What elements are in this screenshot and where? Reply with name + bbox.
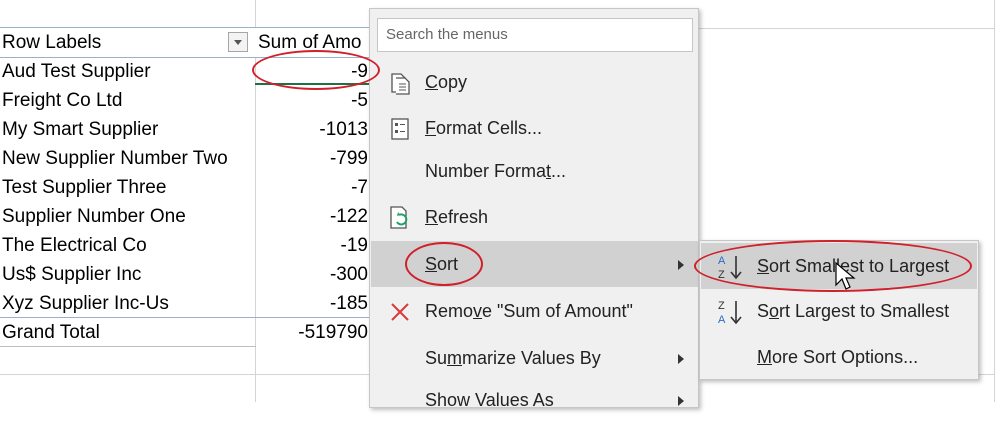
supplier-name: My Smart Supplier <box>2 119 159 140</box>
sort-a-to-z-icon: A Z <box>718 255 742 281</box>
svg-text:Z: Z <box>718 269 725 281</box>
amount-value: -122 <box>329 206 368 227</box>
remove-icon <box>391 303 409 321</box>
submenu-arrow-icon <box>678 260 684 270</box>
menu-item-label: Summarize Values By <box>425 348 601 368</box>
row-labels-header[interactable]: Row Labels <box>2 28 101 57</box>
context-menu: Search the menus Copy Format Cells... Nu… <box>369 8 699 410</box>
table-row[interactable]: Us$ Supplier Inc -300 <box>0 260 370 289</box>
menu-item-label: Remove "Sum of Amount" <box>425 301 633 321</box>
menu-search-input[interactable]: Search the menus <box>377 18 693 52</box>
sort-submenu: A Z Sort Smallest to Largest Z A Sort La… <box>699 240 979 380</box>
format-cells-icon <box>391 118 409 140</box>
menu-item-copy[interactable]: Copy <box>371 59 698 105</box>
menu-item-label: Show Values As <box>425 390 554 410</box>
filter-dropdown-button[interactable] <box>228 32 248 52</box>
table-row[interactable]: Xyz Supplier Inc-Us -185 <box>0 289 370 318</box>
table-row[interactable]: My Smart Supplier -1013 <box>0 115 370 144</box>
supplier-name: The Electrical Co <box>2 235 147 256</box>
sort-z-to-a-icon: Z A <box>718 300 742 326</box>
supplier-name: Freight Co Ltd <box>2 90 123 111</box>
amount-value: -185 <box>329 293 368 314</box>
grand-total-row[interactable]: Grand Total -519790 <box>0 317 370 347</box>
menu-item-label: Number Format... <box>425 161 567 181</box>
menu-item-label: Refresh <box>425 207 489 227</box>
table-row[interactable]: Freight Co Ltd -5 <box>0 86 370 115</box>
supplier-name: New Supplier Number Two <box>2 148 228 169</box>
submenu-arrow-icon <box>678 396 684 406</box>
supplier-name: Us$ Supplier Inc <box>2 264 142 285</box>
menu-item-label: Copy <box>425 72 468 92</box>
supplier-name: Xyz Supplier Inc-Us <box>2 293 169 314</box>
supplier-name: Supplier Number One <box>2 206 186 227</box>
amount-value: -799 <box>329 148 368 169</box>
amount-value: -300 <box>329 264 368 285</box>
svg-text:A: A <box>718 255 726 267</box>
table-row[interactable]: Test Supplier Three -7 <box>0 173 370 202</box>
pivot-header-row: Row Labels Sum of Amo <box>0 27 370 58</box>
amount-value: -1013 <box>319 119 368 140</box>
submenu-item-label: More Sort Options... <box>757 347 919 367</box>
gridline <box>0 346 256 347</box>
amount-value: -7 <box>351 177 368 198</box>
more-sort-options[interactable]: More Sort Options... <box>701 334 977 380</box>
refresh-icon <box>390 206 408 229</box>
selected-cell[interactable] <box>255 57 369 85</box>
svg-text:Z: Z <box>718 300 725 312</box>
amount-value: -19 <box>340 235 368 256</box>
sum-of-amount-header[interactable]: Sum of Amo <box>258 28 370 57</box>
menu-item-remove-field[interactable]: Remove "Sum of Amount" <box>371 288 698 334</box>
svg-text:A: A <box>718 314 726 326</box>
grand-total-label: Grand Total <box>2 322 100 343</box>
menu-item-summarize-values[interactable]: Summarize Values By <box>371 335 698 381</box>
grand-total-value: -519790 <box>298 322 368 343</box>
supplier-name: Test Supplier Three <box>2 177 167 198</box>
sort-largest-to-smallest[interactable]: Z A Sort Largest to Smallest <box>701 288 977 334</box>
mouse-cursor-icon <box>835 262 856 290</box>
menu-item-number-format[interactable]: Number Format... <box>371 148 698 194</box>
submenu-item-label: Sort Largest to Smallest <box>757 301 950 321</box>
submenu-arrow-icon <box>678 354 684 364</box>
table-row[interactable]: Supplier Number One -122 <box>0 202 370 231</box>
menu-item-sort[interactable]: Sort <box>371 241 698 287</box>
menu-item-show-values-as[interactable]: Show Values As <box>371 377 698 423</box>
supplier-name: Aud Test Supplier <box>2 61 151 82</box>
menu-item-refresh[interactable]: Refresh <box>371 194 698 240</box>
amount-value: -5 <box>351 90 368 111</box>
table-row[interactable]: New Supplier Number Two -799 <box>0 144 370 173</box>
table-row[interactable]: The Electrical Co -19 <box>0 231 370 260</box>
menu-item-label: Format Cells... <box>425 118 543 138</box>
menu-item-label: Sort <box>425 254 459 274</box>
copy-icon <box>391 73 410 95</box>
menu-item-format-cells[interactable]: Format Cells... <box>371 105 698 151</box>
